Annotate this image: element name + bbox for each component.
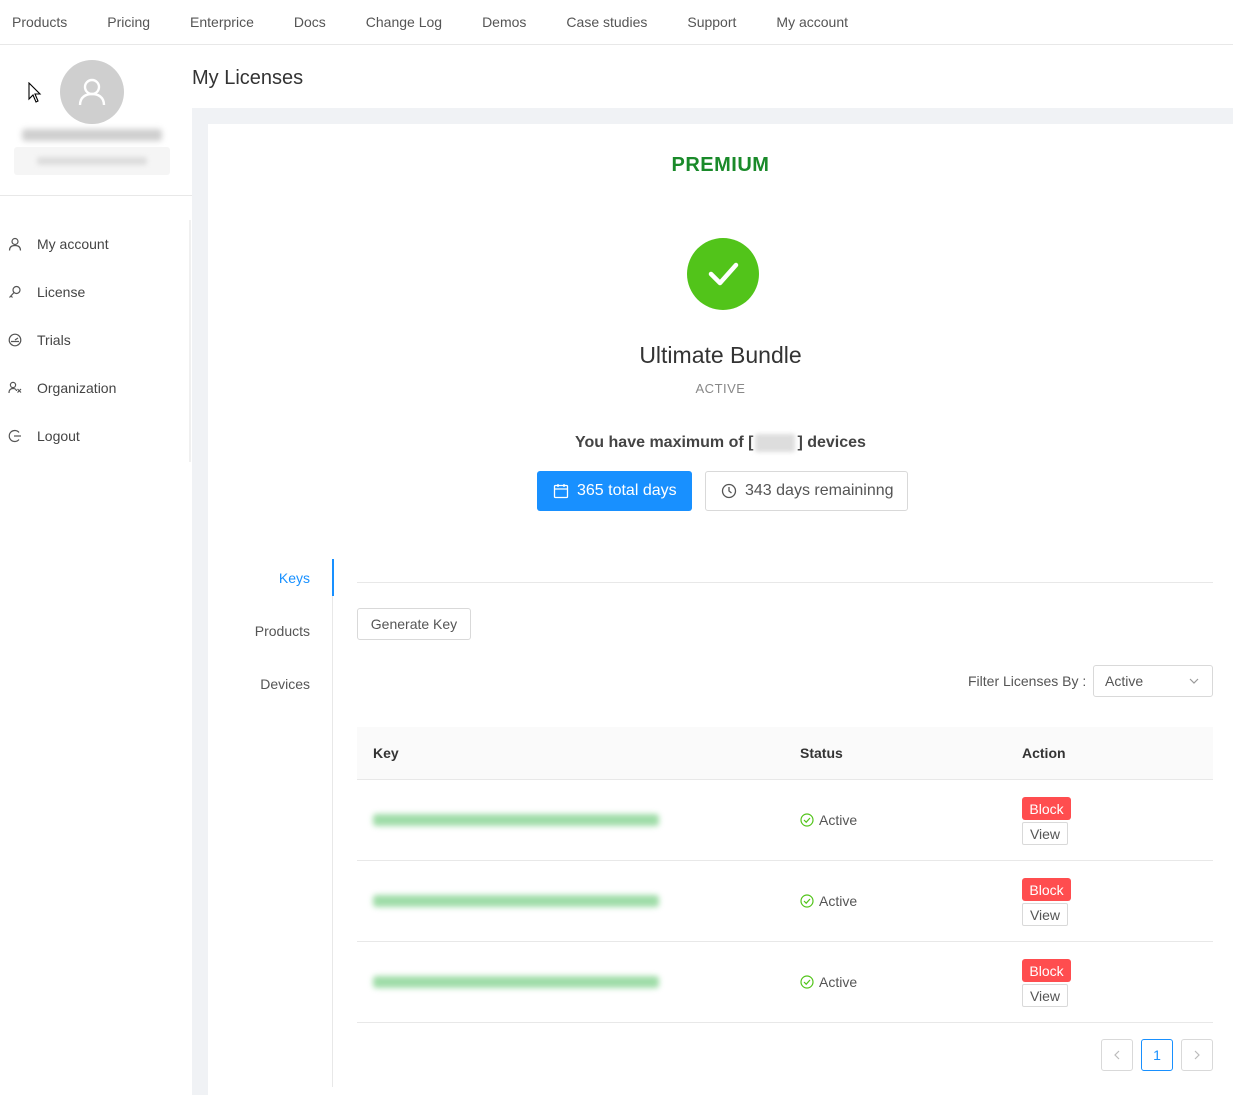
page-title: My Licenses bbox=[192, 67, 304, 89]
max-devices-prefix: You have maximum of [ bbox=[575, 434, 754, 452]
team-icon bbox=[8, 381, 22, 395]
key-icon bbox=[8, 285, 22, 299]
nav-support[interactable]: Support bbox=[687, 2, 736, 42]
column-header-key: Key bbox=[373, 745, 399, 761]
status-cell: Active bbox=[800, 893, 857, 909]
sidebar-item-label: License bbox=[37, 284, 86, 300]
block-button[interactable]: Block bbox=[1022, 959, 1071, 982]
sidebar-menu: My account License Trials Organization L… bbox=[0, 220, 191, 462]
generate-key-button[interactable]: Generate Key bbox=[357, 608, 471, 640]
table-row: Active Block View bbox=[357, 942, 1213, 1023]
chevron-down-icon bbox=[1189, 678, 1199, 684]
pagination-prev-button[interactable] bbox=[1101, 1039, 1133, 1071]
tab-products[interactable]: Products bbox=[255, 623, 310, 639]
avatar[interactable] bbox=[60, 60, 124, 124]
status-text: Active bbox=[819, 893, 858, 909]
max-devices-suffix: ] devices bbox=[797, 434, 866, 452]
max-devices-text: You have maximum of [ ] devices bbox=[208, 434, 1233, 452]
success-check-icon bbox=[687, 238, 759, 310]
column-header-action: Action bbox=[1022, 745, 1066, 761]
status-cell: Active bbox=[800, 974, 857, 990]
sidebar-item-logout[interactable]: Logout bbox=[0, 412, 189, 460]
active-tab-indicator bbox=[332, 559, 334, 596]
keys-table: Key Status Action Active Block View Acti… bbox=[357, 727, 1213, 1023]
status-cell: Active bbox=[800, 812, 857, 828]
view-button[interactable]: View bbox=[1022, 984, 1068, 1007]
sidebar-item-organization[interactable]: Organization bbox=[0, 364, 189, 412]
table-row: Active Block View bbox=[357, 861, 1213, 942]
remaining-days-label: 343 days remaininng bbox=[745, 482, 894, 499]
check-circle-icon bbox=[800, 894, 814, 908]
user-email-redacted bbox=[22, 129, 162, 141]
view-button[interactable]: View bbox=[1022, 822, 1068, 845]
block-button[interactable]: Block bbox=[1022, 878, 1071, 901]
license-key-redacted[interactable] bbox=[373, 976, 659, 988]
status-text: Active bbox=[819, 974, 858, 990]
pagination-page-current[interactable]: 1 bbox=[1141, 1039, 1173, 1071]
product-name: Ultimate Bundle bbox=[639, 342, 802, 368]
tab-content-divider bbox=[357, 582, 1213, 583]
chevron-right-icon bbox=[1194, 1050, 1200, 1060]
sidebar-item-trials[interactable]: Trials bbox=[0, 316, 189, 364]
sidebar-item-label: Trials bbox=[37, 332, 71, 348]
sidebar: My account License Trials Organization L… bbox=[0, 45, 192, 1095]
nav-docs[interactable]: Docs bbox=[294, 2, 326, 42]
block-button[interactable]: Block bbox=[1022, 797, 1071, 820]
check-circle-icon bbox=[800, 813, 814, 827]
logout-icon bbox=[8, 429, 22, 443]
sidebar-divider bbox=[0, 195, 192, 196]
table-row: Active Block View bbox=[357, 780, 1213, 861]
check-circle-icon bbox=[800, 975, 814, 989]
sidebar-item-label: Logout bbox=[37, 428, 80, 444]
license-key-redacted[interactable] bbox=[373, 895, 659, 907]
sidebar-item-label: Organization bbox=[37, 380, 117, 396]
top-navigation: Products Pricing Enterprice Docs Change … bbox=[0, 0, 1233, 45]
nav-case-studies[interactable]: Case studies bbox=[566, 2, 647, 42]
filter-select-value: Active bbox=[1105, 673, 1144, 689]
view-button[interactable]: View bbox=[1022, 903, 1068, 926]
mouse-cursor-icon bbox=[28, 82, 42, 103]
clock-icon bbox=[721, 483, 737, 499]
tab-devices[interactable]: Devices bbox=[260, 676, 310, 692]
nav-demos[interactable]: Demos bbox=[482, 2, 526, 42]
license-tabs: Keys Products Devices bbox=[208, 559, 334, 1087]
remaining-days-button[interactable]: 343 days remaininng bbox=[705, 471, 908, 511]
switch-account-button-redacted[interactable] bbox=[14, 147, 170, 175]
sidebar-item-license[interactable]: License bbox=[0, 268, 189, 316]
tab-keys[interactable]: Keys bbox=[279, 570, 310, 586]
filter-label: Filter Licenses By : bbox=[968, 673, 1087, 689]
sidebar-item-my-account[interactable]: My account bbox=[0, 220, 189, 268]
table-header: Key Status Action bbox=[357, 727, 1213, 780]
product-status: ACTIVE bbox=[695, 381, 746, 396]
calendar-icon bbox=[553, 484, 569, 499]
chevron-left-icon bbox=[1114, 1050, 1120, 1060]
user-avatar-icon bbox=[78, 78, 106, 106]
nav-change-log[interactable]: Change Log bbox=[366, 2, 442, 42]
column-header-status: Status bbox=[800, 745, 843, 761]
status-text: Active bbox=[819, 812, 858, 828]
license-tier: PREMIUM bbox=[671, 154, 770, 176]
filter-select[interactable]: Active bbox=[1093, 665, 1213, 697]
nav-enterprise[interactable]: Enterprice bbox=[190, 2, 254, 42]
pagination-next-button[interactable] bbox=[1181, 1039, 1213, 1071]
license-key-redacted[interactable] bbox=[373, 814, 659, 826]
nav-products[interactable]: Products bbox=[12, 2, 67, 42]
total-days-label: 365 total days bbox=[577, 482, 677, 499]
user-icon bbox=[8, 237, 22, 251]
total-days-button[interactable]: 365 total days bbox=[537, 471, 692, 511]
nav-pricing[interactable]: Pricing bbox=[107, 2, 150, 42]
sidebar-item-label: My account bbox=[37, 236, 109, 252]
dashboard-icon bbox=[8, 333, 22, 347]
license-card: PREMIUM Ultimate Bundle ACTIVE You have … bbox=[208, 124, 1233, 1095]
max-devices-count-redacted bbox=[755, 434, 796, 452]
nav-my-account[interactable]: My account bbox=[776, 2, 848, 42]
